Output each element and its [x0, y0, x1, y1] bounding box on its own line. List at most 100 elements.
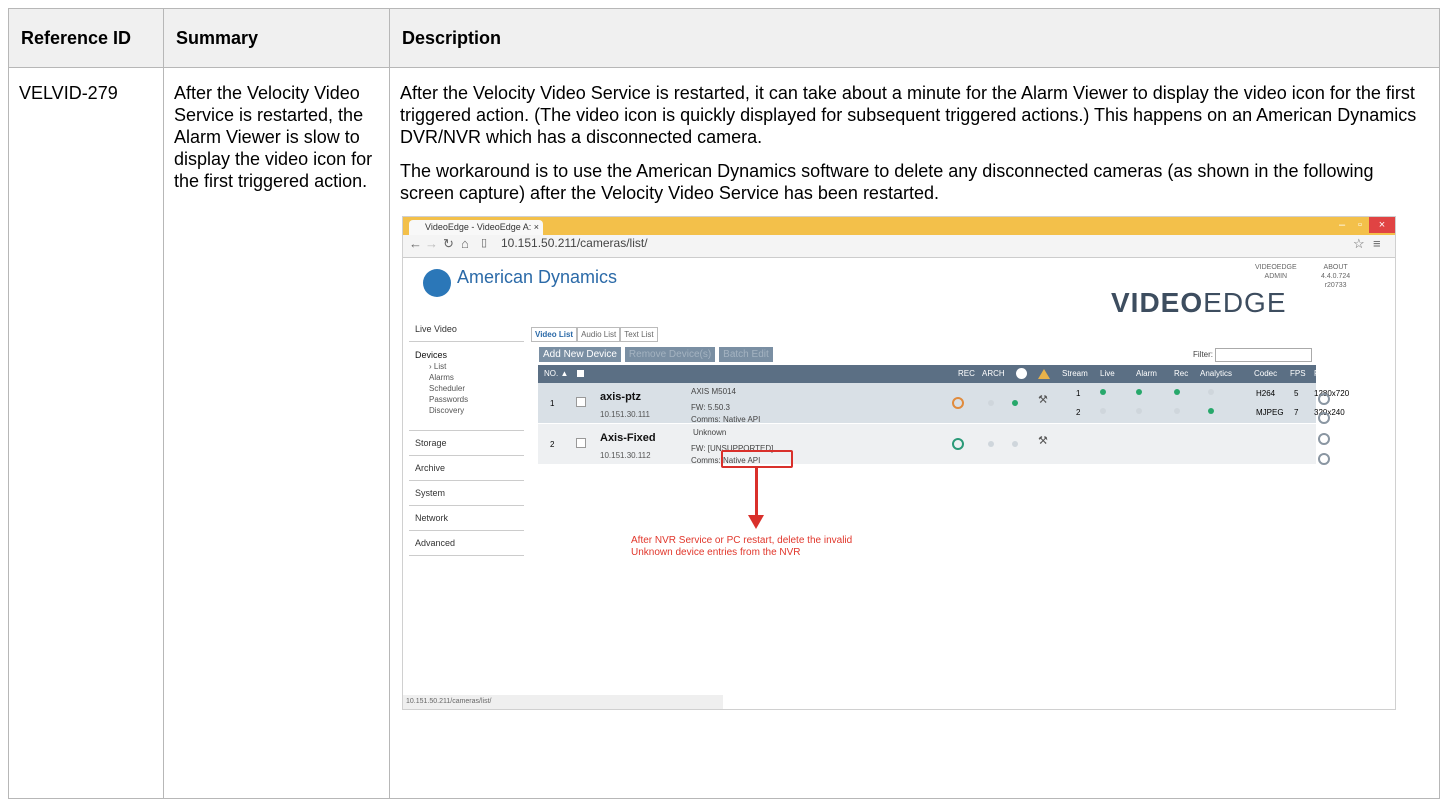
col-fps: FPS — [1290, 369, 1306, 378]
select-all-checkbox[interactable] — [577, 370, 584, 377]
logo-light: EDGE — [1203, 287, 1287, 318]
live-dot — [1100, 408, 1106, 414]
view-tabs: Video List Audio List Text List — [531, 327, 658, 342]
analytics-dot — [1208, 389, 1214, 395]
status-column-icon — [1016, 368, 1027, 379]
description-paragraph-1: After the Velocity Video Service is rest… — [400, 83, 1417, 147]
embedded-screenshot: VideoEdge - VideoEdge A: × – ▫ × ← → ↻ ⌂… — [402, 216, 1429, 710]
col-rec-stream: Rec — [1174, 369, 1189, 378]
version-label: 4.4.0.724 — [1321, 273, 1351, 280]
codec: H264 — [1256, 389, 1276, 398]
highlight-box — [721, 450, 793, 468]
product-label: VIDEOEDGE — [1255, 264, 1297, 271]
home-icon[interactable]: ⌂ — [461, 237, 469, 250]
alarm-dot — [1136, 389, 1142, 395]
sidebar-sub-alarms[interactable]: Alarms — [415, 372, 524, 383]
minimize-icon[interactable]: – — [1333, 217, 1351, 233]
device-model: Unknown — [693, 428, 727, 437]
stream-no: 1 — [1076, 389, 1081, 398]
filter-control: Filter: — [1193, 348, 1313, 362]
url-field[interactable]: 10.151.50.211/cameras/list/ — [501, 237, 648, 249]
row-checkbox[interactable] — [576, 438, 586, 448]
online-status-icon — [1012, 400, 1018, 406]
edit-icon[interactable] — [1318, 433, 1330, 445]
sidebar-item-archive[interactable]: Archive — [409, 456, 524, 481]
device-grid: NO. ▲ REC ARCH Stream Live Alarm Rec Ana… — [538, 365, 1352, 465]
back-icon[interactable]: ← — [409, 237, 422, 250]
sidebar-item-storage[interactable]: Storage — [409, 431, 524, 456]
tab-video-list[interactable]: Video List — [531, 327, 578, 342]
user-label[interactable]: ADMIN — [1255, 272, 1297, 281]
table-row[interactable]: 2 Axis-Fixed 10.151.30.112 Unknown FW: [… — [538, 424, 1316, 465]
bookmark-star-icon[interactable]: ☆ — [1353, 237, 1365, 250]
stream-no: 2 — [1076, 408, 1081, 417]
rec-dot — [1174, 389, 1180, 395]
about-link[interactable]: ABOUT — [1321, 263, 1350, 272]
table-header-row: Reference ID Summary Description — [8, 8, 1440, 68]
browser-tab-bar: VideoEdge - VideoEdge A: × – ▫ × — [403, 217, 1395, 235]
brand-logo-icon — [423, 269, 451, 297]
maximize-icon[interactable]: ▫ — [1351, 217, 1369, 233]
wrench-icon[interactable]: ⚒ — [1038, 436, 1048, 447]
col-analytics: Analytics — [1200, 369, 1233, 378]
sidebar-sub-list[interactable]: › List — [415, 361, 524, 372]
col-no[interactable]: NO. ▲ — [544, 365, 568, 383]
remove-device-button[interactable]: Remove Device(s) — [624, 347, 716, 362]
settings-icon[interactable] — [1318, 453, 1330, 465]
col-rec: REC — [958, 369, 975, 378]
table-row[interactable]: 1 axis-ptz 10.151.30.111 AXIS M5014 FW: … — [538, 383, 1349, 424]
device-fw: FW: 5.50.3 — [691, 403, 730, 412]
wrench-icon[interactable]: ⚒ — [1038, 395, 1048, 406]
rec-dot — [1174, 408, 1180, 414]
close-window-icon[interactable]: × — [1369, 217, 1395, 233]
filter-input[interactable] — [1215, 348, 1313, 362]
device-ip: 10.151.30.112 — [600, 451, 651, 460]
fps: 5 — [1294, 389, 1299, 398]
col-alarm: Alarm — [1136, 369, 1157, 378]
forward-icon[interactable]: → — [425, 237, 438, 250]
device-no: 2 — [550, 440, 555, 449]
rec-status-icon[interactable] — [952, 397, 964, 409]
col-stream: Stream — [1062, 369, 1088, 378]
header-description: Description — [389, 8, 1440, 68]
rec-status-icon[interactable] — [952, 438, 964, 450]
browser-tab[interactable]: VideoEdge - VideoEdge A: × — [409, 220, 543, 235]
reload-icon[interactable]: ↻ — [443, 237, 454, 250]
add-device-button[interactable]: Add New Device — [539, 347, 621, 362]
sidebar-item-network[interactable]: Network — [409, 506, 524, 531]
header-about-info: ABOUT 4.4.0.724 r20733 — [1321, 263, 1350, 290]
tab-close-icon[interactable]: × — [534, 220, 539, 235]
device-name[interactable]: Axis-Fixed — [600, 433, 656, 444]
row-checkbox[interactable] — [576, 397, 586, 407]
annotation-line-1: After NVR Service or PC restart, delete … — [631, 535, 853, 546]
batch-edit-button[interactable]: Batch Edit — [719, 347, 773, 362]
tab-text-list[interactable]: Text List — [620, 327, 658, 342]
sidebar-item-system[interactable]: System — [409, 481, 524, 506]
tab-title: VideoEdge - VideoEdge A: — [425, 222, 532, 232]
status-bar-url: 10.151.50.211/cameras/list/ — [403, 695, 723, 709]
header-reference-id: Reference ID — [8, 8, 164, 68]
menu-icon[interactable]: ≡ — [1373, 237, 1381, 250]
sidebar-sub-discovery[interactable]: Discovery — [415, 405, 524, 416]
sidebar-devices-label[interactable]: Devices — [415, 350, 524, 361]
sidebar-item-live-video[interactable]: Live Video — [409, 317, 524, 342]
brand-name: American Dynamics — [457, 267, 618, 287]
cell-description: After the Velocity Video Service is rest… — [389, 67, 1440, 799]
tab-audio-list[interactable]: Audio List — [577, 327, 621, 342]
sidebar-item-advanced[interactable]: Advanced — [409, 531, 524, 556]
filter-label: Filter: — [1193, 350, 1213, 360]
sidebar-item-devices: Devices › List Alarms Scheduler Password… — [409, 342, 524, 431]
annotation-text: After NVR Service or PC restart, delete … — [631, 535, 852, 559]
col-codec: Codec — [1254, 369, 1278, 378]
settings-icon[interactable] — [1318, 412, 1330, 424]
sidebar-nav: Live Video Devices › List Alarms Schedul… — [409, 317, 524, 556]
device-name[interactable]: axis-ptz — [600, 392, 641, 403]
edit-icon[interactable] — [1318, 393, 1330, 405]
grid-header: NO. ▲ REC ARCH Stream Live Alarm Rec Ana… — [538, 365, 1352, 383]
sidebar-sub-passwords[interactable]: Passwords — [415, 394, 524, 405]
sidebar-sub-scheduler[interactable]: Scheduler — [415, 383, 524, 394]
analytics-dot — [1208, 408, 1214, 414]
header-user-info: VIDEOEDGE ADMIN — [1255, 263, 1297, 281]
col-arch: ARCH — [982, 369, 1005, 378]
known-issues-table: Reference ID Summary Description VELVID-… — [8, 8, 1440, 799]
